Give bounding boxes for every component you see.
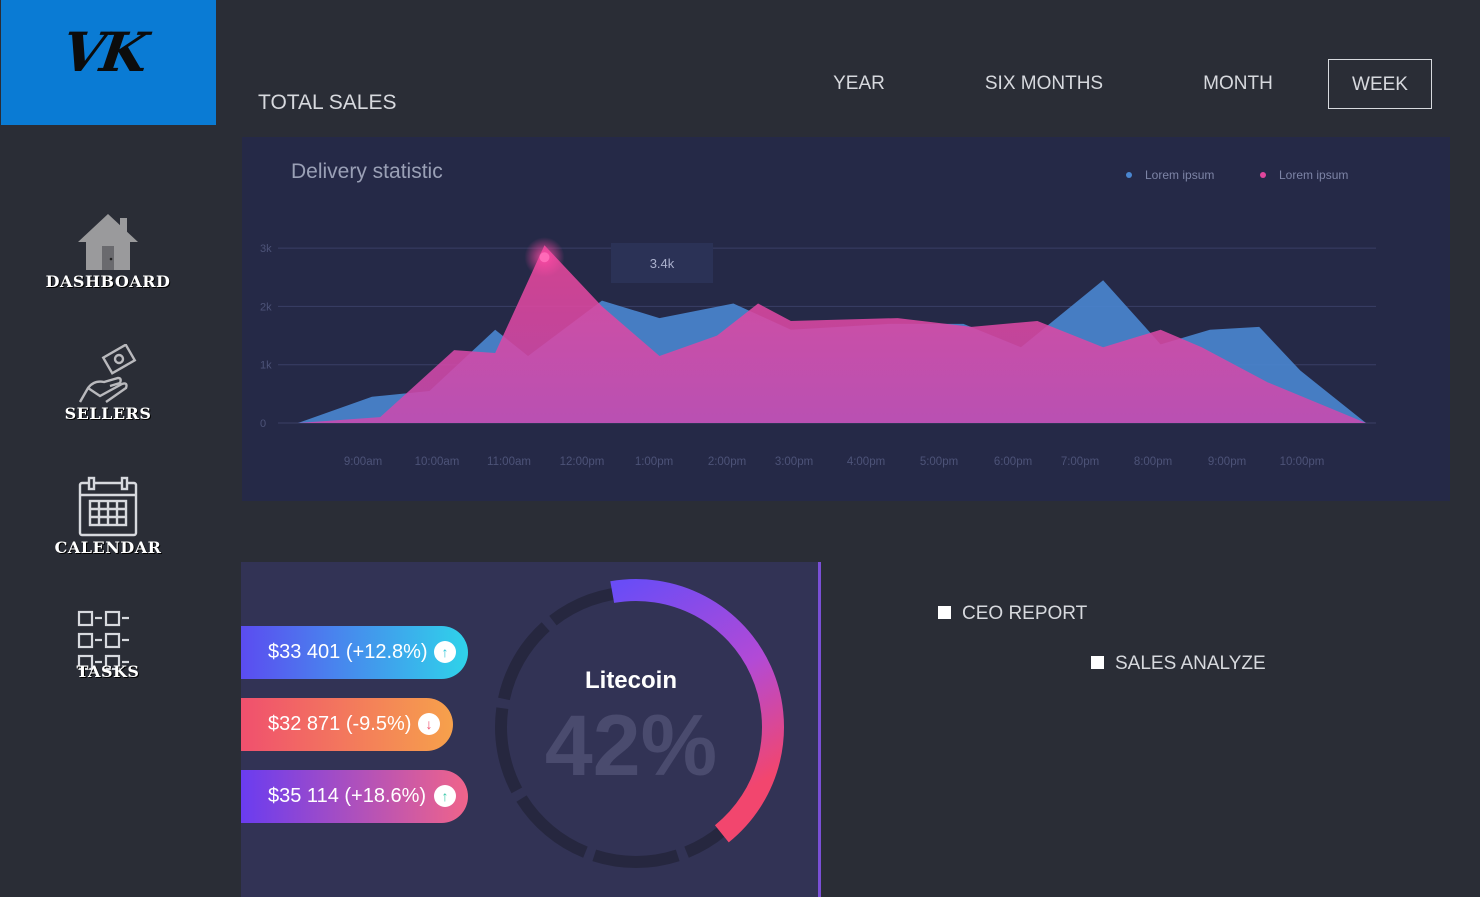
x-tick-label: 6:00pm — [994, 456, 1032, 468]
logo[interactable]: VK — [1, 0, 216, 125]
sidebar-item-dashboard[interactable]: DASHBOARD — [0, 212, 216, 291]
sales-analyze-label: SALES ANALYZE — [1115, 653, 1266, 674]
ring-track-segment — [516, 795, 588, 858]
x-tick-label: 4:00pm — [847, 456, 885, 468]
checkbox-icon — [1091, 656, 1104, 669]
x-tick-label: 12:00pm — [560, 456, 605, 468]
ring-track-segment — [592, 849, 680, 868]
x-tick-label: 5:00pm — [920, 456, 958, 468]
hand-money-icon — [78, 344, 137, 403]
page-title: TOTAL SALES — [258, 91, 397, 114]
price-pill-label: $35 114 (+18.6%) — [268, 785, 427, 807]
range-month-button[interactable]: MONTH — [1180, 59, 1296, 109]
x-tick-label: 7:00pm — [1061, 456, 1099, 468]
legend-marker — [1260, 172, 1266, 178]
y-tick-label: 0 — [260, 418, 266, 430]
x-tick-label: 2:00pm — [708, 456, 746, 468]
arrow-up-icon: ↑ — [434, 785, 456, 807]
y-tick-label: 2k — [260, 301, 272, 313]
legend-label: Lorem ipsum — [1145, 168, 1214, 182]
arrow-down-icon: ↓ — [418, 713, 440, 735]
sidebar-item-label: SELLERS — [64, 404, 152, 423]
x-tick-label: 10:00am — [415, 456, 460, 468]
tooltip-dot — [539, 252, 550, 263]
checkbox-icon — [938, 606, 951, 619]
ring-track-segment — [498, 622, 550, 701]
sidebar-item-sellers[interactable]: SELLERS — [0, 344, 216, 423]
house-icon — [78, 214, 138, 270]
y-tick-label: 3k — [260, 243, 272, 255]
range-six-months-button[interactable]: SIX MONTHS — [960, 59, 1128, 109]
tooltip-label: 3.4k — [650, 256, 675, 271]
sales-analyze-checkbox[interactable]: SALES ANALYZE — [1091, 653, 1266, 675]
legend-marker — [1126, 172, 1132, 178]
x-tick-label: 11:00am — [487, 456, 531, 468]
sidebar-item-label: TASKS — [76, 662, 140, 681]
price-pill-3[interactable]: $35 114 (+18.6%) ↑ — [241, 770, 468, 823]
price-pill-1[interactable]: $33 401 (+12.8%) ↑ — [241, 626, 468, 679]
sidebar-item-calendar[interactable]: CALENDAR — [0, 476, 216, 557]
x-tick-label: 9:00pm — [1208, 456, 1246, 468]
crypto-percent: 42% — [544, 698, 718, 794]
x-tick-label: 1:00pm — [635, 456, 673, 468]
price-pill-label: $32 871 (-9.5%) — [268, 713, 412, 735]
y-tick-label: 1k — [260, 360, 272, 372]
x-tick-label: 10:00pm — [1280, 456, 1325, 468]
ceo-report-label: CEO REPORT — [962, 603, 1088, 624]
crypto-card: $33 401 (+12.8%) ↑ $32 871 (-9.5%) ↓ $35… — [241, 562, 821, 897]
task-list-icon — [77, 610, 129, 670]
delivery-chart-svg: Delivery statistic Lorem ipsum Lorem ipsu… — [260, 160, 1376, 468]
delivery-chart: Delivery statistic Lorem ipsum Lorem ipsu… — [242, 137, 1450, 501]
sidebar-item-tasks[interactable]: TASKS — [0, 608, 216, 681]
ceo-report-checkbox[interactable]: CEO REPORT — [938, 603, 1087, 625]
price-pill-2[interactable]: $32 871 (-9.5%) ↓ — [241, 698, 453, 751]
range-week-button[interactable]: WEEK — [1328, 59, 1432, 109]
x-tick-label: 8:00pm — [1134, 456, 1172, 468]
chart-title: Delivery statistic — [291, 160, 443, 183]
x-tick-label: 9:00am — [344, 456, 382, 468]
legend-label: Lorem ipsum — [1279, 168, 1348, 182]
crypto-name: Litecoin — [584, 667, 677, 694]
price-pill-label: $33 401 (+12.8%) — [268, 641, 428, 663]
arrow-up-icon: ↑ — [434, 641, 456, 663]
range-year-button[interactable]: YEAR — [810, 59, 908, 109]
x-tick-label: 3:00pm — [775, 456, 813, 468]
sidebar: VK DASHBOARD SELLERS CALENDAR TASKS — [0, 0, 216, 897]
sidebar-item-label: DASHBOARD — [45, 272, 171, 291]
sidebar-item-label: CALENDAR — [54, 538, 162, 557]
logo-text: VK — [58, 20, 149, 84]
calendar-icon — [78, 476, 138, 537]
